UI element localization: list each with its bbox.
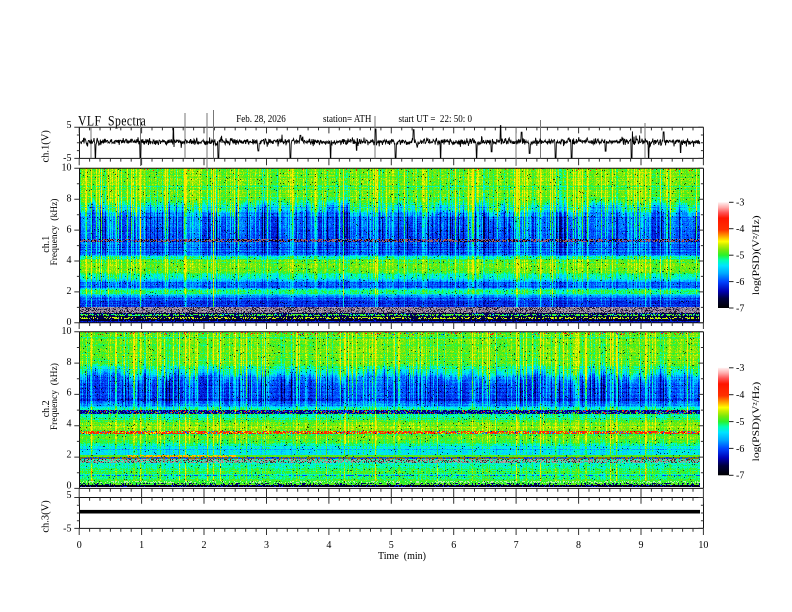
- svg-text:station= ATH: station= ATH: [323, 113, 371, 125]
- svg-text:4: 4: [326, 540, 331, 551]
- svg-text:log(PSD)(V²/Hz): log(PSD)(V²/Hz): [752, 215, 762, 295]
- svg-text:Frequency (kHz): Frequency (kHz): [49, 199, 60, 266]
- svg-text:8: 8: [67, 193, 72, 204]
- svg-text:-5: -5: [63, 524, 71, 535]
- svg-text:10: 10: [62, 163, 72, 174]
- svg-text:2: 2: [67, 449, 72, 460]
- svg-text:-7: -7: [736, 471, 744, 482]
- svg-text:-6: -6: [736, 444, 744, 455]
- svg-text:2: 2: [67, 286, 72, 297]
- svg-text:10: 10: [698, 540, 708, 551]
- svg-text:-3: -3: [736, 198, 744, 209]
- svg-text:-4: -4: [736, 224, 744, 235]
- svg-text:2: 2: [202, 540, 207, 551]
- svg-text:5: 5: [67, 120, 72, 131]
- svg-text:5: 5: [389, 540, 394, 551]
- svg-text:7: 7: [514, 540, 519, 551]
- svg-text:1: 1: [139, 540, 144, 551]
- svg-text:4: 4: [67, 419, 72, 430]
- svg-text:ch.3(V): ch.3(V): [41, 500, 52, 533]
- svg-text:Frequency (kHz): Frequency (kHz): [49, 363, 60, 430]
- svg-text:start UT = 22: 50: 0: start UT = 22: 50: 0: [399, 113, 472, 125]
- svg-text:Time (min): Time (min): [378, 551, 426, 562]
- svg-text:-3: -3: [736, 363, 744, 374]
- svg-text:Feb. 28, 2026: Feb. 28, 2026: [236, 113, 286, 125]
- svg-text:log(PSD)(V²/Hz): log(PSD)(V²/Hz): [752, 382, 762, 462]
- svg-text:0: 0: [77, 540, 82, 551]
- svg-text:VLF Spectra: VLF Spectra: [78, 112, 146, 128]
- svg-text:8: 8: [67, 357, 72, 368]
- svg-text:-6: -6: [736, 277, 744, 288]
- svg-text:6: 6: [67, 388, 72, 399]
- svg-text:-5: -5: [736, 251, 744, 262]
- svg-text:6: 6: [67, 224, 72, 235]
- svg-text:-4: -4: [736, 390, 744, 401]
- svg-text:9: 9: [638, 540, 643, 551]
- svg-text:5: 5: [67, 490, 72, 501]
- svg-text:10: 10: [62, 326, 72, 337]
- svg-text:4: 4: [67, 255, 72, 266]
- svg-text:ch.1(V): ch.1(V): [41, 130, 52, 163]
- svg-text:-7: -7: [736, 303, 744, 314]
- svg-text:-5: -5: [736, 417, 744, 428]
- svg-text:0: 0: [67, 480, 72, 491]
- svg-text:3: 3: [264, 540, 269, 551]
- svg-text:6: 6: [451, 540, 456, 551]
- svg-text:8: 8: [576, 540, 581, 551]
